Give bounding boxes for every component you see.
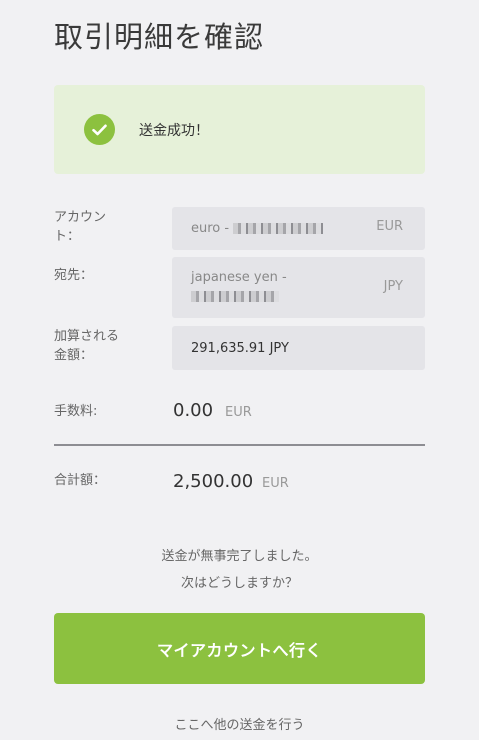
recipient-field: japanese yen - JPY: [172, 257, 425, 318]
recipient-value: japanese yen -: [191, 270, 287, 285]
fee-value: 0.00: [173, 400, 214, 421]
credited-amount-field: 291,635.91 JPY: [172, 326, 425, 370]
recipient-currency: JPY: [383, 279, 403, 294]
check-icon: [84, 114, 115, 145]
divider: [54, 444, 425, 446]
account-label-line2: ト：: [54, 229, 81, 244]
account-value: euro -: [191, 221, 230, 236]
account-label: アカウン ト：: [54, 208, 106, 246]
make-another-transfer-link[interactable]: ここへ他の送金を行う: [0, 714, 479, 733]
total-value: 2,500.00: [173, 471, 254, 492]
fee-label: 手数料:: [54, 404, 98, 419]
go-to-my-account-button[interactable]: マイアカウントへ行く: [54, 613, 425, 684]
account-field: euro - EUR: [172, 207, 425, 250]
recipient-label: 宛先：: [54, 268, 94, 283]
total-label: 合計額：: [54, 473, 107, 488]
credited-label: 加算される 金額：: [54, 327, 119, 365]
completion-message: 送金が無事完了しました。: [161, 549, 318, 564]
fee-currency: EUR: [225, 405, 252, 420]
redacted-account-number: [233, 223, 324, 234]
page-title: 取引明細を確認: [54, 20, 265, 54]
next-question: 次はどうしますか？: [180, 576, 298, 591]
total-currency: EUR: [262, 476, 289, 491]
success-message: 送金成功！: [139, 122, 209, 139]
success-banner: 送金成功！: [54, 85, 425, 174]
credited-label-line2: 金額：: [54, 348, 94, 363]
account-currency: EUR: [376, 219, 403, 234]
account-label-line1: アカウン: [54, 210, 107, 225]
redacted-recipient-number: [191, 291, 279, 302]
credited-amount-value: 291,635.91 JPY: [191, 341, 289, 356]
credited-label-line1: 加算される: [54, 329, 120, 344]
